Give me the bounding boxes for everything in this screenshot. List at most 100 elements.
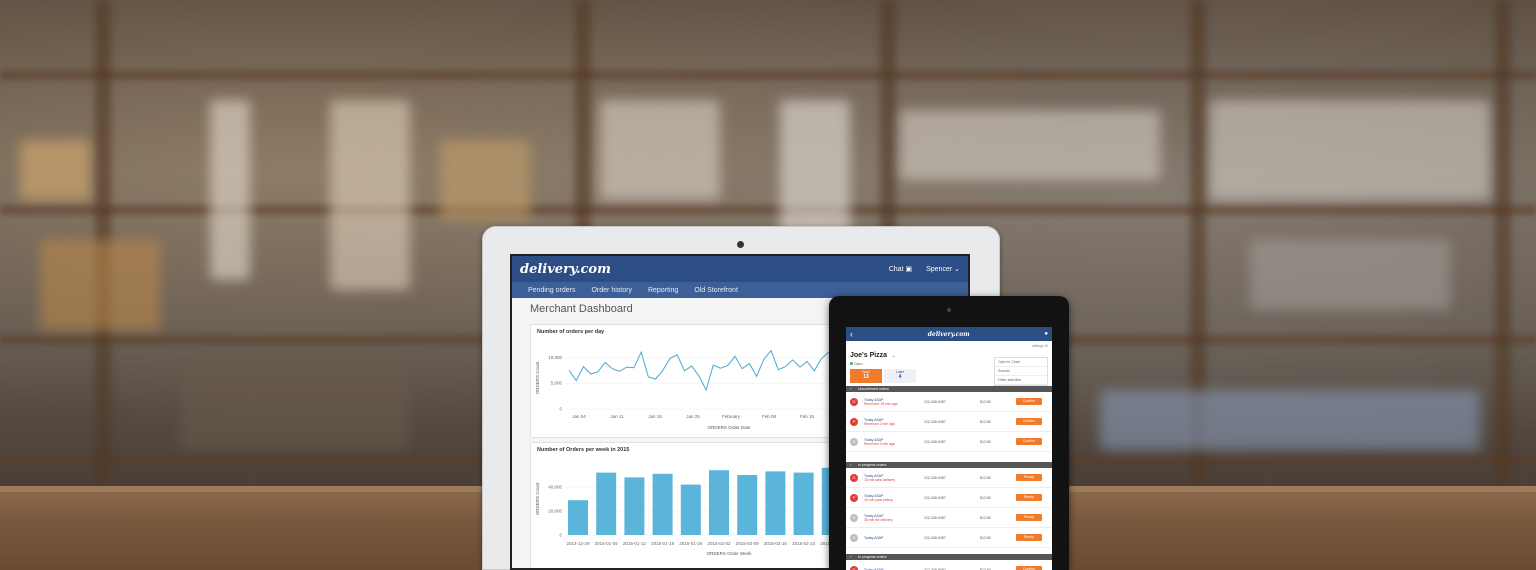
- y-tick-label: 0: [559, 533, 562, 538]
- tab-now[interactable]: Now 13: [850, 369, 882, 383]
- nav-order-history[interactable]: Order history: [583, 287, 639, 294]
- x-axis-title: ORDERS Order Date: [708, 425, 751, 430]
- y-axis-title: ORDERS Count: [535, 361, 540, 394]
- blurred-books: [210, 100, 250, 280]
- tablet-header: ‹ delivery.com ●: [846, 327, 1052, 341]
- order-note: 38 min for delivery: [864, 517, 893, 522]
- blurred-books: [440, 140, 530, 220]
- in-progress-orders-list: D Today ASAP 18 min past delivery 212-345-9…: [846, 468, 1052, 548]
- order-action-button[interactable]: Confirm: [1016, 418, 1042, 425]
- order-action-button[interactable]: Ready: [1016, 534, 1042, 541]
- weekly-bar: [709, 470, 729, 535]
- x-tick-label: 2015-01-05: [595, 541, 619, 546]
- order-action-button[interactable]: Ready: [1016, 474, 1042, 481]
- blurred-books: [1250, 240, 1450, 310]
- header-actions: Chat ▣ Spencer ⌄: [889, 265, 960, 273]
- order-type-avatar: D: [850, 533, 858, 542]
- y-tick-label: 10,000: [548, 355, 562, 360]
- y-tick-label: 0: [559, 407, 562, 412]
- blurred-books: [1210, 100, 1490, 200]
- order-time-cell: Today ASAP Received 2 min ago: [864, 438, 924, 446]
- weekly-bar: [624, 477, 645, 535]
- menu-item-open-in-chart[interactable]: Open in Chart: [995, 358, 1047, 367]
- tablet-logo: delivery.com: [927, 330, 970, 338]
- weekly-bar: [793, 472, 814, 535]
- tab-later-count: 4: [898, 374, 902, 380]
- x-tick-label: Jan 04: [572, 414, 586, 419]
- x-tick-label: February: [722, 414, 741, 419]
- order-note: Received 2 min ago: [864, 421, 895, 426]
- status-dot-icon: [850, 362, 853, 365]
- blurred-books: [600, 100, 720, 200]
- tab-now-count: 13: [863, 374, 869, 380]
- in-progress-orders-list-2: D Today ASAP 212-345-9087 $12.80 Confirm: [846, 560, 1052, 570]
- order-total: $12.80: [980, 535, 991, 540]
- chat-button[interactable]: Chat ▣: [889, 265, 912, 273]
- delivery-logo[interactable]: delivery.com: [520, 262, 611, 277]
- y-axis-title: ORDERS Count: [535, 482, 540, 515]
- x-tick-label: Jan 11: [610, 414, 624, 419]
- chat-label: Chat: [888, 266, 904, 273]
- order-row[interactable]: D Today ASAP 38 min for delivery 212-345-90…: [846, 508, 1052, 528]
- user-name: Spencer: [926, 266, 953, 273]
- order-action-button[interactable]: Confirm: [1016, 438, 1042, 445]
- order-row[interactable]: D Today ASAP 212-345-9087 $12.80 Confirm: [846, 560, 1052, 570]
- x-axis-title: ORDERS Order Week: [707, 551, 752, 556]
- status-text: Open: [854, 362, 863, 366]
- shelf-post: [1495, 0, 1511, 490]
- order-type-avatar: D: [850, 565, 858, 570]
- order-phone: 212-345-9087: [924, 439, 946, 444]
- user-menu[interactable]: Spencer ⌄: [926, 265, 960, 273]
- order-phone: 212-345-9087: [924, 399, 946, 404]
- order-action-button[interactable]: Confirm: [1016, 566, 1042, 570]
- settings-dropdown: Open in Chart Sounds Other activities: [994, 357, 1048, 386]
- order-row[interactable]: P Today ASAP Received 2 min ago 212-345-908…: [846, 412, 1052, 432]
- restaurant-name: Joe's Pizza: [850, 352, 888, 359]
- tablet-camera: [947, 308, 951, 312]
- app-header: delivery.com Chat ▣ Spencer ⌄: [512, 256, 968, 282]
- x-tick-label: Feb 15: [800, 414, 815, 419]
- tablet-device: ‹ delivery.com ● Joe's Pizza ⌄ Open sett…: [829, 296, 1069, 570]
- order-time-cell: Today ASAP 19 min past pickup: [864, 494, 924, 502]
- settings-button[interactable]: settings ⚙: [1032, 344, 1048, 348]
- user-icon[interactable]: ●: [1044, 331, 1048, 337]
- y-tick-label: 40,000: [548, 485, 562, 490]
- x-tick-label: 2015-01-26: [679, 541, 703, 546]
- order-time-cell: Today ASAP: [864, 536, 924, 540]
- order-action-button[interactable]: Ready: [1016, 494, 1042, 501]
- restaurant-selector[interactable]: Joe's Pizza ⌄: [850, 344, 896, 362]
- order-row[interactable]: D Today ASAP Received 2 min ago 212-345-908…: [846, 432, 1052, 452]
- order-row[interactable]: D Today ASAP 18 min past delivery 212-345-9…: [846, 468, 1052, 488]
- order-time-cell: Today ASAP Received: 18 min ago: [864, 398, 924, 406]
- menu-item-sounds[interactable]: Sounds: [995, 367, 1047, 376]
- order-phone: 212-345-9087: [924, 419, 946, 424]
- tab-later[interactable]: Later 4: [884, 369, 916, 383]
- order-action-button[interactable]: Confirm: [1016, 398, 1042, 405]
- order-row[interactable]: D Today ASAP 212-345-9087 $12.80 Ready: [846, 528, 1052, 548]
- weekly-bar: [568, 500, 588, 535]
- menu-item-other-activities[interactable]: Other activities: [995, 376, 1047, 385]
- order-type-avatar: D: [850, 437, 858, 446]
- nav-old-storefront[interactable]: Old Storefront: [686, 287, 746, 294]
- order-type-avatar: D: [850, 513, 858, 522]
- order-row[interactable]: P Today ASAP 19 min past pickup 212-345-908…: [846, 488, 1052, 508]
- order-total: $12.80: [980, 475, 991, 480]
- nav-reporting[interactable]: Reporting: [640, 287, 686, 294]
- nav-pending-orders[interactable]: Pending orders: [520, 287, 583, 294]
- x-tick-label: Feb 08: [762, 414, 777, 419]
- order-type-avatar: P: [850, 417, 858, 426]
- blurred-books: [900, 110, 1160, 180]
- order-row[interactable]: D Today ASAP Received: 18 min ago 212-345-9…: [846, 392, 1052, 412]
- x-tick-label: 2015-02-02: [707, 541, 731, 546]
- tablet-screen: ‹ delivery.com ● Joe's Pizza ⌄ Open sett…: [846, 327, 1052, 570]
- order-type-avatar: D: [850, 473, 858, 482]
- back-arrow-icon[interactable]: ‹: [850, 329, 853, 339]
- weekly-bar: [596, 472, 617, 535]
- order-note: 19 min past pickup: [864, 497, 894, 502]
- order-phone: 212-345-9087: [924, 475, 946, 480]
- x-tick-label: Jan 25: [686, 414, 700, 419]
- order-time-cell: Today ASAP 18 min past delivery: [864, 474, 924, 482]
- order-action-button[interactable]: Ready: [1016, 514, 1042, 521]
- order-time-cell: Today ASAP 38 min for delivery: [864, 514, 924, 522]
- weekly-bar: [680, 484, 701, 535]
